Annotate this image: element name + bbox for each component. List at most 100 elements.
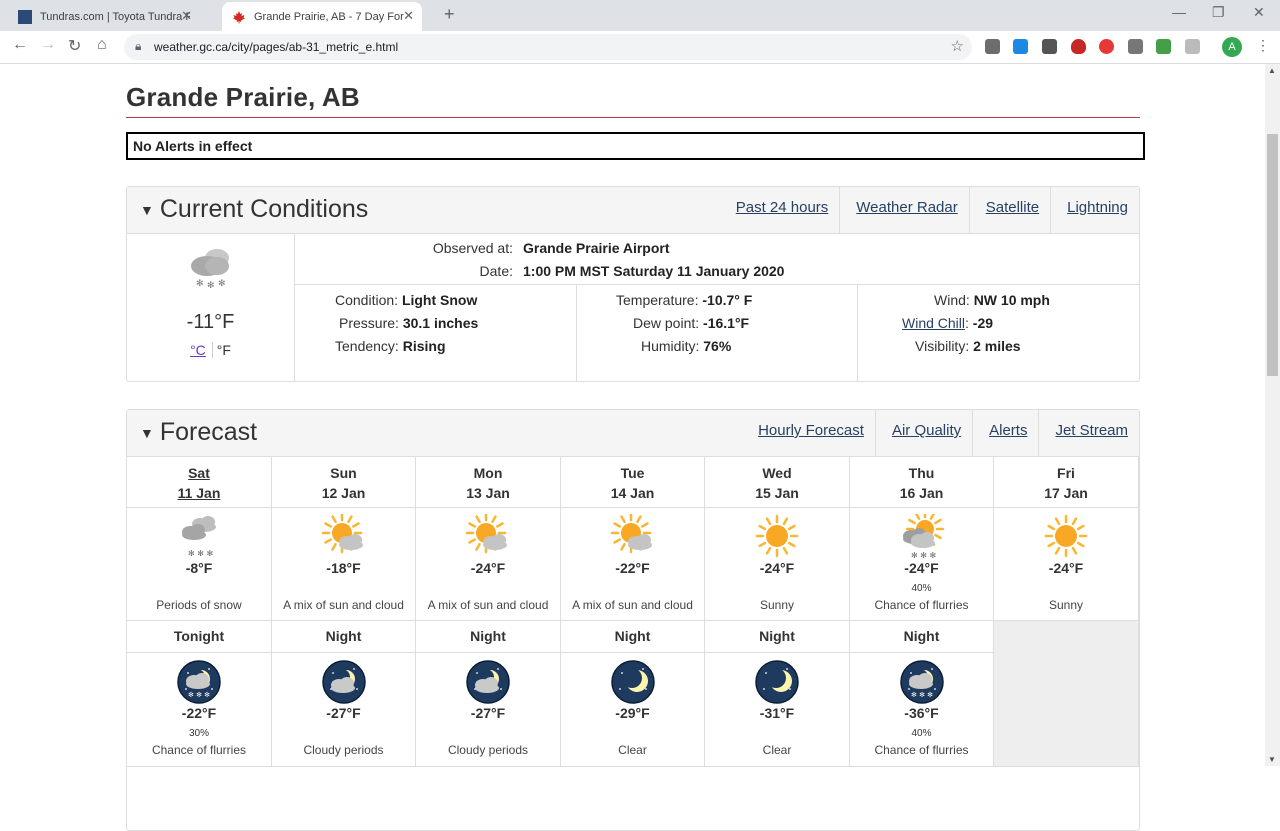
- title-divider: [126, 117, 1140, 118]
- observed-at-value: Grande Prairie Airport: [523, 240, 670, 256]
- scrollbar-thumb[interactable]: [1267, 134, 1278, 376]
- minimize-icon[interactable]: —: [1172, 4, 1186, 20]
- visibility-value: 2 miles: [973, 338, 1021, 354]
- forecast-day-summary: Sunny: [1048, 598, 1084, 612]
- tendency-row: Tendency: Rising: [335, 338, 576, 354]
- extension-icon[interactable]: [1156, 39, 1171, 54]
- extension-icon[interactable]: [1042, 39, 1057, 54]
- forecast-night-summary: Chance of flurries: [151, 743, 247, 757]
- air-quality-link[interactable]: Air Quality: [874, 410, 972, 456]
- current-conditions-title: Current Conditions: [159, 195, 369, 223]
- weather-radar-link[interactable]: Weather Radar: [839, 187, 968, 233]
- forecast-toggle[interactable]: ▼ Forecast: [140, 418, 257, 447]
- forecast-day-header: Mon 13 Jan: [416, 457, 561, 508]
- maple-leaf-icon: [232, 10, 246, 24]
- satellite-link[interactable]: Satellite: [968, 187, 1050, 233]
- condition-value: Light Snow: [401, 292, 478, 308]
- tab-tundras[interactable]: Tundras.com | Toyota Tundra Forum ✕: [0, 2, 200, 31]
- pressure-row: Pressure: 30.1 inches: [339, 315, 576, 331]
- wind-chill-link[interactable]: Wind Chill: [902, 315, 965, 331]
- forecast-night-summary: Cloudy periods: [447, 743, 529, 757]
- humidity-value: 76%: [703, 338, 732, 354]
- sun-flurries-icon: ✻ ✻ ✻: [899, 509, 945, 565]
- forecast-day-temp: -24°F: [470, 560, 506, 576]
- dewpoint-label: Dew point:: [633, 315, 700, 331]
- forecast-day-cell: ✻ ✻ ✻ -8°F Periods of snow: [127, 508, 272, 621]
- close-tab-icon[interactable]: ✕: [181, 8, 192, 24]
- forecast-day-summary: A mix of sun and cloud: [427, 598, 549, 612]
- current-conditions-links: Past 24 hours Weather Radar Satellite Li…: [720, 187, 1139, 233]
- forecast-day-cell: -24°F A mix of sun and cloud: [416, 508, 561, 621]
- forecast-day-cell: -24°F Sunny: [705, 508, 850, 621]
- extension-icon[interactable]: [985, 39, 1000, 54]
- moon-icon: [754, 659, 800, 710]
- sun-icon: [1043, 514, 1089, 565]
- forecast-night-pop: 30%: [188, 728, 209, 739]
- conditions-column-2: Temperature: -10.7° F Dew point: -16.1°F…: [577, 285, 858, 381]
- condition-label: Condition:: [335, 292, 399, 308]
- forecast-day-date: 14 Jan: [610, 485, 655, 501]
- forecast-day-temp: -24°F: [1048, 560, 1084, 576]
- wind-chill-row: Wind Chill: -29: [902, 315, 1139, 331]
- close-tab-icon[interactable]: ✕: [403, 8, 414, 24]
- home-icon[interactable]: ⌂: [97, 36, 107, 54]
- sun-cloud-icon: [610, 512, 656, 565]
- lightning-link[interactable]: Lightning: [1050, 187, 1139, 233]
- jet-stream-link[interactable]: Jet Stream: [1038, 410, 1139, 456]
- extension-icon[interactable]: [1185, 39, 1200, 54]
- page-scrollbar[interactable]: ▲ ▼: [1265, 64, 1280, 766]
- forecast-day-cell: ✻ ✻ ✻ -24°F 40% Chance of flurries: [850, 508, 994, 621]
- tendency-value: Rising: [402, 338, 446, 354]
- bookmark-star-icon[interactable]: ☆: [951, 37, 964, 55]
- scroll-down-icon[interactable]: ▼: [1268, 755, 1276, 764]
- close-window-icon[interactable]: ✕: [1253, 4, 1265, 21]
- menu-kebab-icon[interactable]: ⋮: [1256, 37, 1270, 54]
- tab-grande-prairie[interactable]: Grande Prairie, AB - 7 Day Forecast ✕: [222, 2, 422, 31]
- forecast-day-header[interactable]: Sat 11 Jan: [127, 457, 272, 508]
- url-text[interactable]: weather.gc.ca/city/pages/ab-31_metric_e.…: [154, 40, 398, 54]
- svg-text:✻ ✻ ✻: ✻ ✻ ✻: [911, 691, 933, 699]
- forecast-day-date: 16 Jan: [899, 485, 944, 501]
- current-conditions-header: ▼ Current Conditions Past 24 hours Weathe…: [127, 187, 1139, 234]
- restore-icon[interactable]: ❐: [1212, 4, 1225, 21]
- extension-icon[interactable]: [1128, 39, 1143, 54]
- forecast-panel: ▼ Forecast Hourly Forecast Air Quality Al…: [126, 409, 1140, 831]
- new-tab-icon[interactable]: +: [444, 4, 455, 25]
- past-24-hours-link[interactable]: Past 24 hours: [720, 187, 840, 233]
- extension-icon[interactable]: [1099, 39, 1114, 54]
- forecast-day-date: 12 Jan: [321, 485, 366, 501]
- forecast-night-summary: Clear: [618, 743, 647, 757]
- lock-icon: 🔒︎: [135, 39, 142, 53]
- current-conditions-toggle[interactable]: ▼ Current Conditions: [140, 195, 368, 224]
- forecast-day-header: Thu 16 Jan: [850, 457, 994, 508]
- celsius-link[interactable]: °C: [190, 342, 213, 358]
- forecast-night-header: Night: [850, 621, 994, 653]
- alert-banner: No Alerts in effect: [126, 132, 1145, 160]
- shield-extension-icon[interactable]: [1071, 39, 1086, 54]
- date-label: Date:: [479, 263, 513, 279]
- address-bar[interactable]: 🔒︎ weather.gc.ca/city/pages/ab-31_metric…: [124, 34, 972, 60]
- forecast-night-temp: -27°F: [470, 705, 506, 721]
- extension-icon[interactable]: [1013, 39, 1028, 54]
- forecast-day-header: Sun 12 Jan: [272, 457, 416, 508]
- profile-avatar[interactable]: A: [1222, 37, 1242, 57]
- forecast-day-temp: -24°F: [904, 560, 939, 576]
- empty-night-cell: [994, 621, 1139, 767]
- unit-toggle: °C °F: [127, 342, 294, 358]
- wind-chill-value: -29: [972, 315, 994, 331]
- pressure-label: Pressure:: [339, 315, 399, 331]
- collapse-triangle-icon: ▼: [140, 425, 154, 442]
- night-flurries-icon: ✻ ✻ ✻: [899, 659, 945, 710]
- hourly-forecast-link[interactable]: Hourly Forecast: [742, 410, 875, 456]
- forward-icon[interactable]: →: [40, 36, 56, 54]
- reload-icon[interactable]: ↻: [68, 36, 81, 56]
- forecast-night-summary: Cloudy periods: [303, 743, 384, 757]
- forecast-day-name: Tue: [620, 465, 645, 481]
- wind-row: Wind: NW 10 mph: [934, 292, 1139, 308]
- current-icon-cell: ✻ ✻ ✻ -11°F °C °F: [127, 234, 295, 381]
- scroll-up-icon[interactable]: ▲: [1268, 66, 1276, 75]
- alerts-link[interactable]: Alerts: [972, 410, 1038, 456]
- forecast-night-temp: -36°F: [904, 705, 939, 721]
- tab-bar: Tundras.com | Toyota Tundra Forum ✕ Gran…: [0, 0, 1280, 31]
- back-icon[interactable]: ←: [12, 36, 28, 54]
